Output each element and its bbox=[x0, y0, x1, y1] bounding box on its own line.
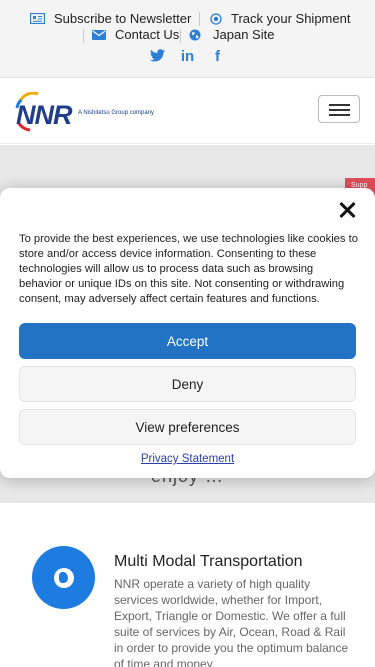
deny-button[interactable]: Deny bbox=[19, 366, 356, 402]
privacy-statement-link[interactable]: Privacy Statement bbox=[0, 453, 375, 465]
accept-button[interactable]: Accept bbox=[19, 323, 356, 359]
cookie-consent-dialog: To provide the best experiences, we use … bbox=[0, 188, 375, 478]
close-button[interactable] bbox=[337, 200, 357, 220]
consent-message: To provide the best experiences, we use … bbox=[19, 233, 358, 305]
view-preferences-button[interactable]: View preferences bbox=[19, 409, 356, 445]
